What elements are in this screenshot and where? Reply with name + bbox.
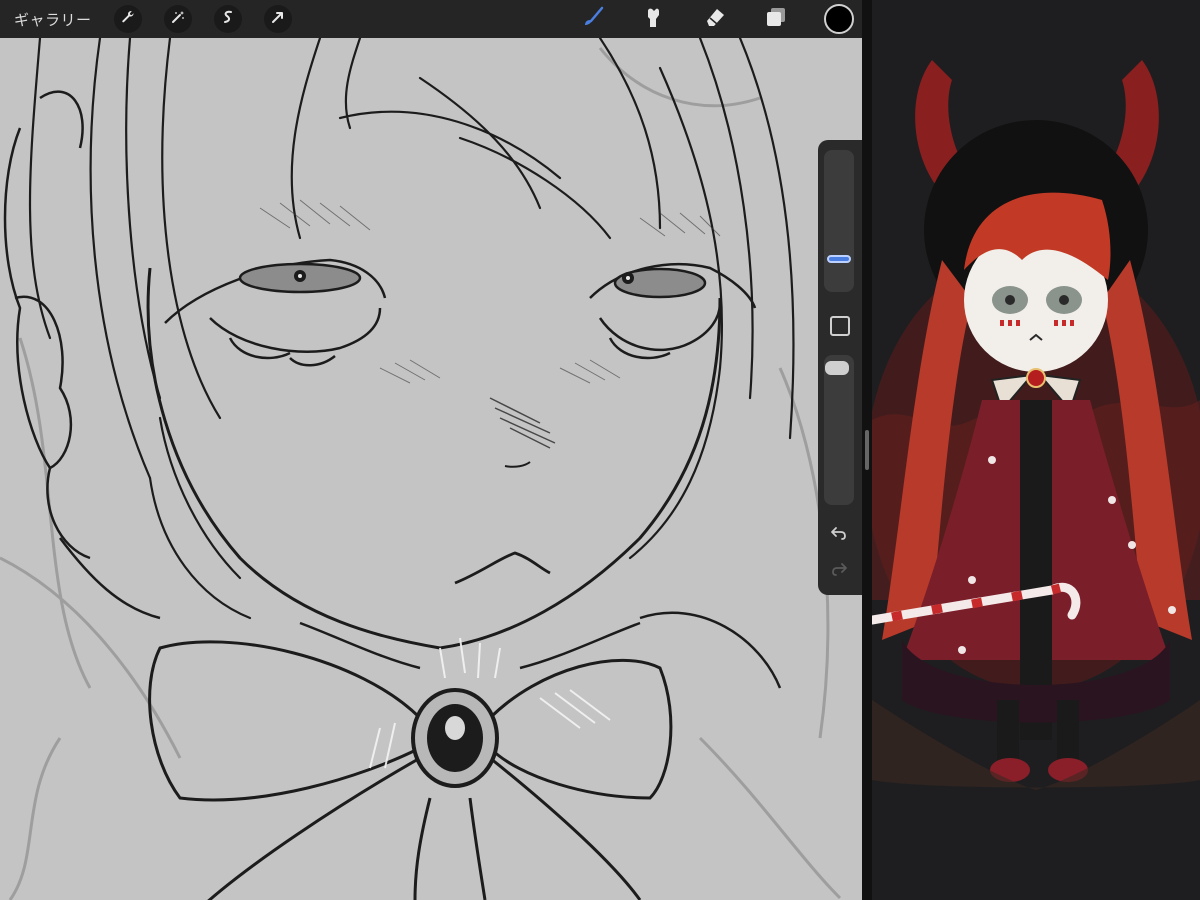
opacity-knob[interactable] <box>825 361 849 375</box>
side-slider-panel <box>818 140 862 595</box>
procreate-app: ギャラリー <box>0 0 1200 900</box>
top-toolbar: ギャラリー <box>0 0 862 38</box>
eraser-icon <box>703 5 727 33</box>
brush-icon <box>581 5 605 33</box>
redo-icon <box>830 560 848 582</box>
brush-tool-button[interactable] <box>580 6 606 32</box>
drawing-canvas[interactable] <box>0 38 862 900</box>
smudge-icon <box>642 5 666 33</box>
wrench-icon <box>120 9 136 29</box>
selection-button[interactable] <box>213 5 242 33</box>
actions-button[interactable] <box>113 5 142 33</box>
selection-icon <box>220 9 236 29</box>
right-toolset <box>580 0 862 38</box>
opacity-slider[interactable] <box>824 355 854 505</box>
redo-button[interactable] <box>828 560 850 582</box>
transform-button[interactable] <box>263 5 292 33</box>
brush-size-slider[interactable] <box>824 150 854 292</box>
gallery-button[interactable]: ギャラリー <box>14 9 92 30</box>
split-view-divider[interactable] <box>862 0 872 900</box>
modify-square-icon[interactable] <box>830 316 850 336</box>
reference-illustration <box>872 0 1200 900</box>
divider-handle[interactable] <box>865 430 869 470</box>
transform-arrow-icon <box>270 9 286 29</box>
eraser-tool-button[interactable] <box>702 6 728 32</box>
adjustments-button[interactable] <box>163 5 192 33</box>
layers-icon <box>764 5 788 33</box>
undo-icon <box>830 524 848 546</box>
reference-image-panel <box>872 0 1200 900</box>
undo-button[interactable] <box>828 524 850 546</box>
color-picker-button[interactable] <box>824 4 854 34</box>
smudge-tool-button[interactable] <box>641 6 667 32</box>
layers-button[interactable] <box>763 6 789 32</box>
magic-wand-icon <box>170 9 186 29</box>
sketch-artwork <box>0 38 862 900</box>
brush-size-knob[interactable] <box>827 255 851 263</box>
